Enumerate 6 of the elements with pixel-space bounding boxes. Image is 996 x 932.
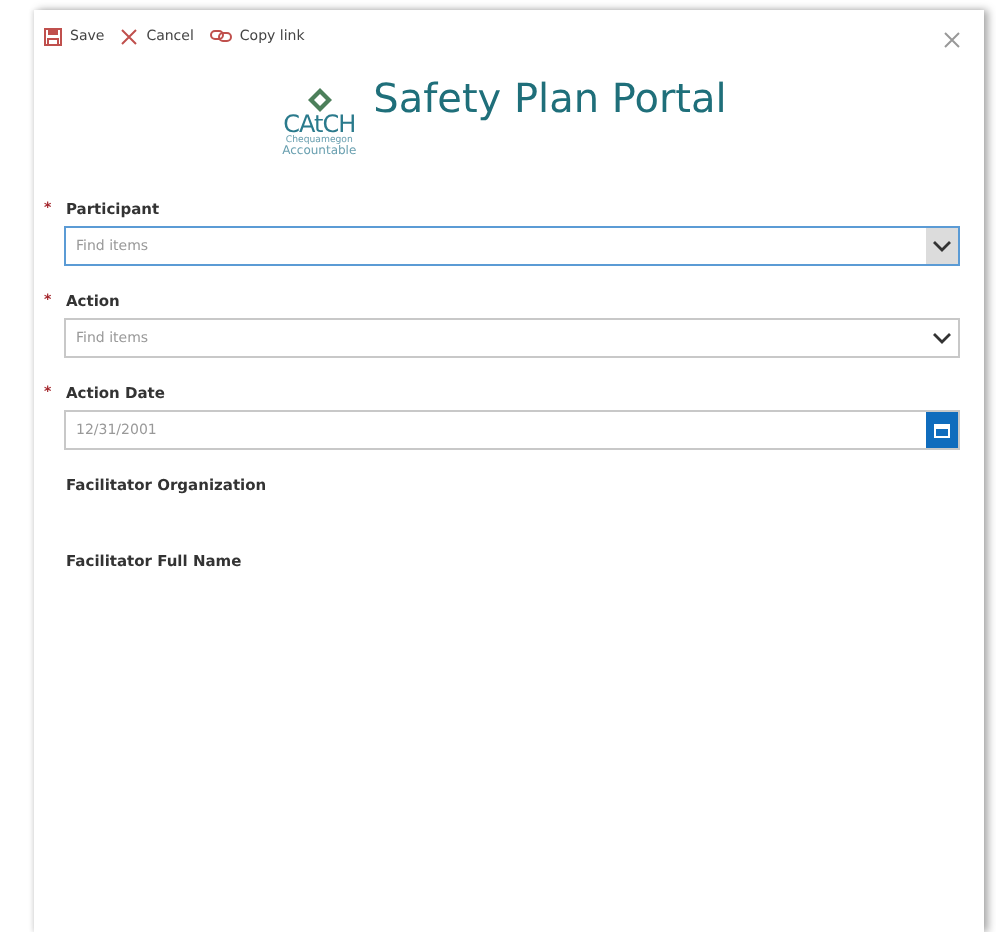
page-title: Safety Plan Portal — [373, 74, 727, 122]
diamond-icon — [307, 88, 332, 112]
logo-name: CAtCH — [283, 112, 356, 136]
close-icon — [120, 27, 139, 45]
save-icon — [44, 27, 62, 45]
link-icon — [209, 28, 232, 44]
